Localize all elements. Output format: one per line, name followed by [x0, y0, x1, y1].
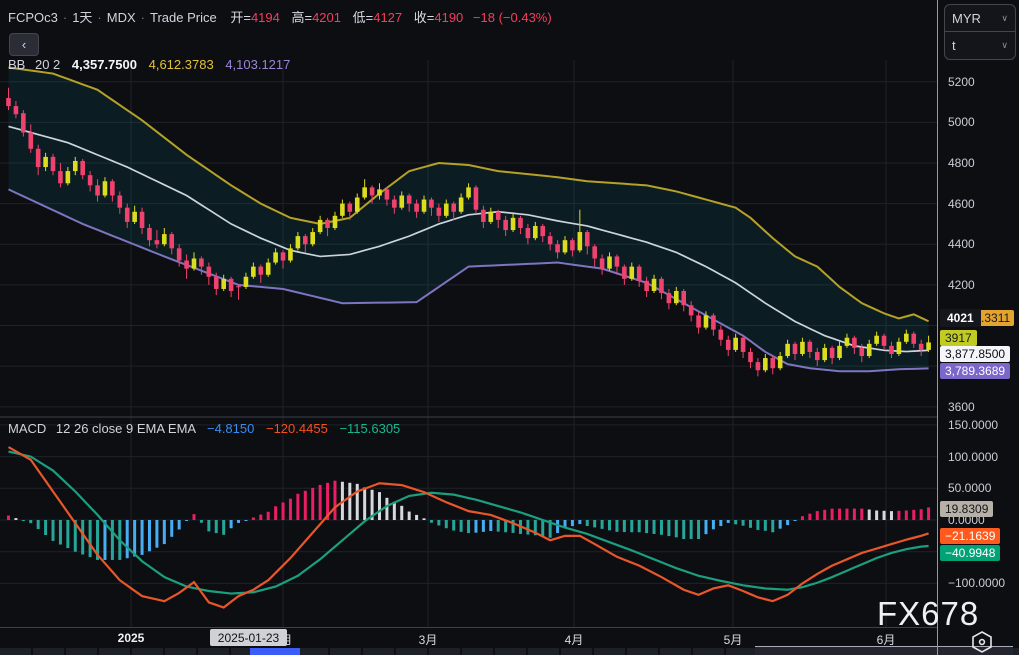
- interval-label[interactable]: 1天: [72, 10, 92, 25]
- time-tick-label: 5月: [724, 631, 743, 648]
- macd-hist-value: −4.8150: [207, 421, 254, 436]
- time-axis[interactable]: 20252月3月4月5月6月 2025-01-23: [0, 627, 937, 648]
- chevron-left-icon: ‹: [22, 37, 26, 52]
- close-label: 收=: [414, 10, 435, 25]
- low-value: 4127: [373, 10, 402, 25]
- time-tick-label: 2025: [118, 631, 145, 645]
- price-tick-label: 4200: [948, 278, 975, 292]
- price-tick-label: 5000: [948, 115, 975, 129]
- chevron-down-icon: ∨: [1001, 13, 1008, 24]
- price-axis[interactable]: 5200 5000 4800 4600 4400 4200 3600 150.0000 100…: [937, 0, 1019, 655]
- macd-hist-axis-badge: 19.8309: [940, 501, 993, 517]
- high-value: 4201: [312, 10, 341, 25]
- price-tick-label: 4400: [948, 237, 975, 251]
- unit-dropdown[interactable]: t ∨: [945, 32, 1015, 58]
- open-label: 开=: [230, 10, 251, 25]
- symbol-header: FCPOc3·1天·MDX·Trade Price 开=4194 高=4201 …: [8, 7, 552, 26]
- chevron-down-icon: ∨: [1001, 40, 1008, 51]
- bb-upper-value: 4,612.3783: [149, 57, 214, 72]
- unit-value: t: [952, 38, 956, 53]
- currency-dropdown[interactable]: MYR ∨: [945, 5, 1015, 31]
- bollinger-legend[interactable]: BB 20 2 4,357.7500 4,612.3783 4,103.1217: [8, 57, 290, 72]
- low-label: 低=: [353, 10, 374, 25]
- open-value: 4194: [251, 10, 280, 25]
- price-tick-label: 4600: [948, 197, 975, 211]
- currency-unit-selector: MYR ∨ t ∨: [944, 4, 1016, 60]
- macd-tick-label: 150.0000: [948, 418, 998, 432]
- bb-lower-value: 4,103.1217: [225, 57, 290, 72]
- macd-signal-axis-badge: −40.9948: [940, 545, 1000, 561]
- main-chart-canvas[interactable]: [0, 0, 937, 655]
- exchange-label: MDX: [107, 10, 136, 25]
- high-label: 高=: [291, 10, 312, 25]
- separator-dot: ·: [141, 10, 145, 25]
- macd-tick-label: 100.0000: [948, 450, 998, 464]
- hexagon-logo-icon: [968, 630, 996, 655]
- macd-params: 12 26 close 9 EMA EMA: [56, 421, 195, 436]
- macd-tick-label: −100.0000: [948, 576, 1005, 590]
- trading-chart-app: FCPOc3·1天·MDX·Trade Price 开=4194 高=4201 …: [0, 0, 1019, 655]
- macd-line-value: −120.4455: [266, 421, 328, 436]
- crosshair-date-badge: 2025-01-23: [210, 629, 287, 646]
- macd-tick-label: 50.0000: [948, 481, 991, 495]
- separator-dot: ·: [63, 10, 67, 25]
- macd-legend[interactable]: MACD 12 26 close 9 EMA EMA −4.8150 −120.…: [8, 421, 400, 436]
- price-tick-label: 5200: [948, 75, 975, 89]
- crosshair-price-badge: 4021: [940, 309, 981, 327]
- price-tick-label: 4800: [948, 156, 975, 170]
- macd-name: MACD: [8, 421, 46, 436]
- close-value: 4190: [434, 10, 463, 25]
- macd-signal-value: −115.6305: [339, 421, 400, 436]
- change-value: −18 (−0.43%): [473, 10, 552, 25]
- back-button[interactable]: ‹: [9, 33, 39, 56]
- time-tick-label: 3月: [419, 631, 438, 648]
- macd-line-axis-badge: −21.1639: [940, 528, 1000, 544]
- bb-name: BB: [8, 57, 25, 72]
- fx678-watermark: FX678: [877, 595, 979, 633]
- last-price-badge: 3917: [940, 330, 977, 346]
- currency-value: MYR: [952, 11, 981, 26]
- scroll-highlight[interactable]: [250, 648, 300, 655]
- time-tick-label: 4月: [565, 631, 584, 648]
- bb-lower-axis-badge: 3,789.3689: [940, 363, 1010, 379]
- price-type-label: Trade Price: [150, 10, 217, 25]
- symbol-name[interactable]: FCPOc3: [8, 10, 58, 25]
- price-tick-label: 3600: [948, 400, 975, 414]
- bb-params: 20 2: [35, 57, 60, 72]
- bb-basis-value: 4,357.7500: [72, 57, 137, 72]
- bb-basis-axis-badge: 3,877.8500: [940, 346, 1010, 362]
- separator-dot: ·: [97, 10, 101, 25]
